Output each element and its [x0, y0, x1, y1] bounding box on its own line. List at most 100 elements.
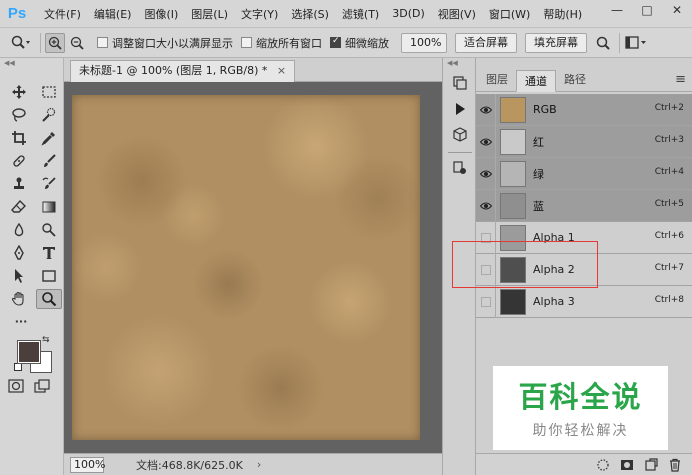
foreground-color-swatch[interactable] [17, 340, 41, 364]
document-window: 未标题-1 @ 100% (图层 1, RGB/8) * × 100% 文档:4… [64, 58, 442, 475]
tool-preset-picker[interactable] [6, 32, 36, 54]
tab-paths[interactable]: 路径 [556, 69, 594, 91]
zoom-all-checkbox[interactable]: 缩放所有窗口 [241, 35, 322, 51]
delete-channel-button[interactable] [668, 458, 682, 472]
zoom-percent-button[interactable]: 100% [401, 32, 447, 53]
channel-name: Alpha 1 [533, 231, 575, 244]
dodge-tool[interactable] [36, 220, 62, 240]
healing-brush-tool[interactable] [6, 151, 32, 171]
separator [40, 32, 41, 53]
actions-panel-button[interactable] [447, 98, 473, 120]
save-selection-button[interactable] [620, 458, 634, 472]
quick-mask-button[interactable] [8, 379, 24, 396]
hand-tool[interactable] [6, 289, 32, 309]
visibility-toggle[interactable] [476, 253, 496, 286]
stamp-icon [14, 177, 24, 189]
crop-tool[interactable] [6, 128, 32, 148]
visibility-toggle[interactable] [476, 125, 496, 158]
panel-menu-icon[interactable]: ≡ [675, 72, 686, 87]
lasso-tool[interactable] [6, 105, 32, 125]
marquee-tool[interactable] [36, 82, 62, 102]
menu-file[interactable]: 文件(F) [44, 6, 81, 22]
zoom-field[interactable]: 100% [70, 456, 105, 473]
menu-edit[interactable]: 编辑(E) [94, 6, 132, 22]
channel-row-red[interactable]: 红 Ctrl+3 [476, 125, 692, 158]
channel-row-blue[interactable]: 蓝 Ctrl+5 [476, 189, 692, 222]
history-panel-button[interactable] [447, 72, 473, 94]
new-channel-button[interactable] [644, 457, 658, 472]
swap-colors-icon[interactable]: ⇆ [42, 335, 50, 345]
channel-thumbnail [500, 224, 526, 251]
document-tab[interactable]: 未标题-1 @ 100% (图层 1, RGB/8) * × [70, 60, 296, 82]
channel-row-alpha-3[interactable]: Alpha 3 Ctrl+8 [476, 285, 692, 318]
pen-tool[interactable] [6, 243, 32, 263]
menu-select[interactable]: 选择(S) [291, 6, 329, 22]
channel-name: 绿 [533, 167, 544, 181]
zoom-all-label: 缩放所有窗口 [256, 36, 322, 50]
close-tab-icon[interactable]: × [277, 64, 286, 77]
menu-layer[interactable]: 图层(L) [191, 6, 228, 22]
workspace-switcher[interactable] [624, 33, 648, 53]
channel-row-rgb[interactable]: RGB Ctrl+2 [476, 93, 692, 126]
tab-channels[interactable]: 通道 [516, 70, 556, 92]
clone-stamp-tool[interactable] [6, 174, 32, 194]
menu-image[interactable]: 图像(I) [144, 6, 178, 22]
menu-3d[interactable]: 3D(D) [392, 7, 425, 20]
brush-tool[interactable] [36, 151, 62, 171]
tab-layers[interactable]: 图层 [478, 69, 516, 91]
screen-mode-button[interactable] [34, 379, 52, 396]
channel-row-green[interactable]: 绿 Ctrl+4 [476, 157, 692, 190]
channel-row-alpha-2[interactable]: Alpha 2 Ctrl+7 [476, 253, 692, 286]
document-tab-title: 未标题-1 @ 100% (图层 1, RGB/8) * [79, 64, 268, 77]
type-tool[interactable] [36, 243, 62, 263]
zoom-out-icon [70, 36, 84, 50]
visibility-toggle[interactable] [476, 157, 496, 190]
fill-screen-button[interactable]: 填充屏幕 [525, 32, 587, 53]
default-colors-icon[interactable] [14, 363, 22, 371]
rectangle-tool[interactable] [36, 266, 62, 286]
eraser-tool[interactable] [6, 197, 32, 217]
menu-window[interactable]: 窗口(W) [489, 6, 530, 22]
maximize-button[interactable]: □ [632, 0, 662, 22]
visibility-toggle[interactable] [476, 221, 496, 254]
expand-dock-icon[interactable]: ◀◀ [443, 58, 475, 68]
window-controls: — □ ✕ [602, 0, 692, 27]
eyedropper-tool[interactable] [36, 128, 62, 148]
menu-type[interactable]: 文字(Y) [241, 6, 278, 22]
gradient-tool[interactable] [36, 197, 62, 217]
menu-view[interactable]: 视图(V) [438, 6, 476, 22]
history-brush-icon [42, 177, 56, 189]
quick-selection-tool[interactable] [36, 105, 62, 125]
path-selection-tool[interactable] [6, 266, 32, 286]
load-selection-button[interactable] [596, 458, 610, 472]
collapse-toolbar-icon[interactable]: ◀◀ [0, 58, 63, 68]
3d-panel-button[interactable] [447, 124, 473, 146]
marquee-tool-icon [42, 86, 56, 98]
status-menu-arrow-icon[interactable]: › [257, 458, 261, 471]
visibility-toggle[interactable] [476, 285, 496, 318]
zoom-in-button[interactable] [45, 32, 65, 53]
search-button[interactable] [593, 33, 613, 53]
visibility-toggle[interactable] [476, 93, 496, 126]
menu-filter[interactable]: 滤镜(T) [342, 6, 379, 22]
canvas-image[interactable] [72, 95, 420, 440]
fit-screen-button[interactable]: 适合屏幕 [455, 32, 517, 53]
channel-row-alpha-1[interactable]: Alpha 1 Ctrl+6 [476, 221, 692, 254]
blur-tool[interactable] [6, 220, 32, 240]
history-brush-tool[interactable] [36, 174, 62, 194]
visibility-toggle[interactable] [476, 189, 496, 222]
minimize-button[interactable]: — [602, 0, 632, 22]
clone-source-panel-button[interactable] [447, 157, 473, 179]
resize-windows-checkbox[interactable]: 调整窗口大小以满屏显示 [97, 35, 233, 51]
scrubby-zoom-checkbox[interactable]: 细微缩放 [330, 35, 389, 51]
canvas-area[interactable] [64, 83, 442, 453]
zoom-out-button[interactable] [67, 33, 87, 53]
options-bar: 调整窗口大小以满屏显示 缩放所有窗口 细微缩放 100% 适合屏幕 填充屏幕 [0, 27, 692, 58]
close-button[interactable]: ✕ [662, 0, 692, 22]
menu-help[interactable]: 帮助(H) [543, 6, 582, 22]
zoom-tool[interactable] [36, 289, 62, 309]
edit-toolbar-button[interactable]: ··· [8, 315, 34, 329]
channel-name: Alpha 3 [533, 295, 575, 308]
document-size-info: 文档:468.8K/625.0K [136, 458, 243, 472]
move-tool[interactable] [6, 82, 32, 102]
